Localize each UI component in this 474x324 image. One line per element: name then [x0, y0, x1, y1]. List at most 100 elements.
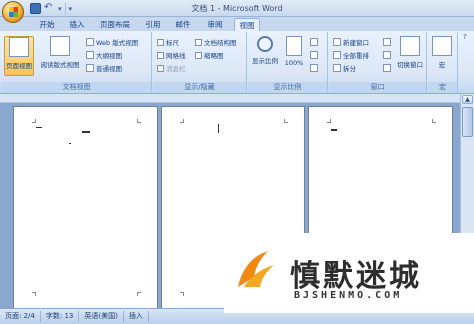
page-view-button[interactable]: 页面视图 — [4, 36, 34, 76]
status-insert-mode[interactable]: 插入 — [124, 311, 149, 322]
split-label: 拆分 — [343, 65, 356, 73]
draft-view-icon — [86, 64, 94, 72]
office-button[interactable] — [2, 1, 24, 23]
watermark-url: BJSHENMO.COM — [294, 290, 403, 301]
group-label-document-views: 文档视图 — [2, 82, 151, 92]
status-page[interactable]: 页面: 2/4 — [0, 311, 41, 322]
arrange-all-label: 全部重排 — [343, 52, 369, 60]
ruler-check-box[interactable] — [157, 38, 164, 46]
group-zoom: 显示比例 100% 显示比例 — [248, 32, 328, 93]
margin-corner-tl — [32, 119, 36, 123]
tab-page-layout[interactable]: 页面布局 — [96, 18, 134, 31]
two-pages-button[interactable] — [310, 50, 318, 60]
ruler[interactable] — [0, 94, 474, 103]
doc-map-label: 文档结构图 — [204, 39, 237, 47]
help-icon[interactable]: ? — [463, 33, 473, 41]
tab-mailings[interactable]: 邮件 — [172, 18, 194, 31]
zoom-100-button[interactable]: 100% — [282, 36, 306, 76]
group-document-views: 页面视图 阅读版式视图 Web 版式视图 大纲视图 普通视图 文档视图 — [2, 32, 152, 93]
draft-view-label: 普通视图 — [96, 65, 122, 73]
web-view-icon — [86, 38, 94, 46]
margin-corner-bl — [180, 292, 184, 296]
group-show-hide: 标尺 网格线 消息栏 文档结构图 缩略图 显示/隐藏 — [153, 32, 247, 93]
doc-map-check-box[interactable] — [195, 38, 202, 46]
new-window-button[interactable]: 新建窗口 — [333, 37, 369, 47]
zoom-100-label: 100% — [284, 59, 304, 67]
text-mark — [36, 127, 42, 128]
margin-corner-bl — [32, 292, 36, 296]
page-100-icon — [286, 36, 302, 56]
office-logo-icon — [9, 7, 18, 17]
macros-button[interactable]: 宏 — [430, 36, 454, 76]
gridlines-checkbox[interactable]: 网格线 — [157, 50, 186, 60]
group-label-zoom: 显示比例 — [248, 82, 327, 92]
margin-corner-tr — [137, 119, 141, 123]
switch-window-label: 切换窗口 — [397, 61, 423, 69]
scroll-up-icon[interactable]: ▲ — [462, 95, 473, 104]
group-macros: 宏 宏 — [428, 32, 458, 93]
status-word-count[interactable]: 字数: 13 — [41, 311, 80, 322]
window-title: 文档 1 - Microsoft Word — [191, 4, 283, 13]
reset-window-button[interactable] — [383, 63, 391, 73]
reading-view-icon — [50, 36, 70, 56]
draft-view-button[interactable]: 普通视图 — [86, 63, 122, 73]
macros-icon — [432, 36, 452, 56]
margin-corner-br — [137, 292, 141, 296]
text-mark — [82, 131, 90, 133]
split-icon — [333, 64, 341, 72]
tab-view[interactable]: 视图 — [234, 18, 260, 31]
switch-window-icon — [400, 36, 420, 56]
zoom-button[interactable]: 显示比例 — [250, 36, 280, 76]
web-view-label: Web 版式视图 — [96, 39, 139, 47]
thumbnails-check-box[interactable] — [195, 51, 202, 59]
margin-corner-tr — [284, 119, 288, 123]
thumbnails-checkbox[interactable]: 缩略图 — [195, 50, 224, 60]
text-mark — [69, 143, 71, 144]
group-label-window: 窗口 — [329, 82, 426, 92]
one-page-button[interactable] — [310, 37, 318, 47]
message-bar-checkbox[interactable]: 消息栏 — [157, 63, 186, 73]
split-button[interactable]: 拆分 — [333, 63, 356, 73]
outline-view-button[interactable]: 大纲视图 — [86, 50, 122, 60]
page-1[interactable] — [13, 106, 158, 308]
scroll-thumb[interactable] — [462, 107, 473, 137]
page-view-label: 页面视图 — [6, 62, 32, 70]
side-by-side-icon — [383, 38, 391, 46]
ruler-checkbox[interactable]: 标尺 — [157, 37, 179, 47]
watermark-logo-icon — [238, 251, 274, 287]
arrange-all-icon — [333, 51, 341, 59]
page-width-icon — [310, 64, 318, 72]
message-bar-check-box[interactable] — [157, 64, 164, 72]
tab-home[interactable]: 开始 — [36, 18, 58, 31]
watermark-overlay: 慎默迷城 BJSHENMO.COM — [224, 233, 474, 313]
outline-view-icon — [86, 51, 94, 59]
ribbon-tabs: 开始 插入 页面布局 引用 邮件 审阅 视图 — [0, 17, 474, 31]
status-language[interactable]: 英语(美国) — [79, 311, 124, 322]
title-bar: ↶ ▾ ▾ 文档 1 - Microsoft Word — [0, 0, 474, 23]
new-window-label: 新建窗口 — [343, 39, 369, 47]
group-label-macros: 宏 — [428, 82, 457, 92]
view-side-by-side-button[interactable] — [383, 37, 391, 47]
reading-view-label: 阅读版式视图 — [40, 61, 80, 69]
arrange-all-button[interactable]: 全部重排 — [333, 50, 369, 60]
tab-references[interactable]: 引用 — [142, 18, 164, 31]
web-view-button[interactable]: Web 版式视图 — [86, 37, 138, 47]
watermark-title: 慎默迷城 — [290, 259, 422, 294]
switch-window-button[interactable]: 切换窗口 — [395, 36, 425, 76]
ribbon: 页面视图 阅读版式视图 Web 版式视图 大纲视图 普通视图 文档视图 标尺 网… — [0, 31, 474, 94]
tab-review[interactable]: 审阅 — [204, 18, 226, 31]
gridlines-check-box[interactable] — [157, 51, 164, 59]
ruler-label: 标尺 — [166, 39, 179, 47]
new-window-icon — [333, 38, 341, 46]
reset-window-icon — [383, 64, 391, 72]
sync-scroll-icon — [383, 51, 391, 59]
message-bar-label: 消息栏 — [166, 65, 186, 73]
gridlines-label: 网格线 — [166, 52, 186, 60]
page-width-button[interactable] — [310, 63, 318, 73]
margin-corner-tl — [180, 119, 184, 123]
tab-insert[interactable]: 插入 — [66, 18, 88, 31]
sync-scroll-button[interactable] — [383, 50, 391, 60]
reading-view-button[interactable]: 阅读版式视图 — [38, 36, 82, 76]
margin-corner-tl — [327, 119, 331, 123]
doc-map-checkbox[interactable]: 文档结构图 — [195, 37, 237, 47]
